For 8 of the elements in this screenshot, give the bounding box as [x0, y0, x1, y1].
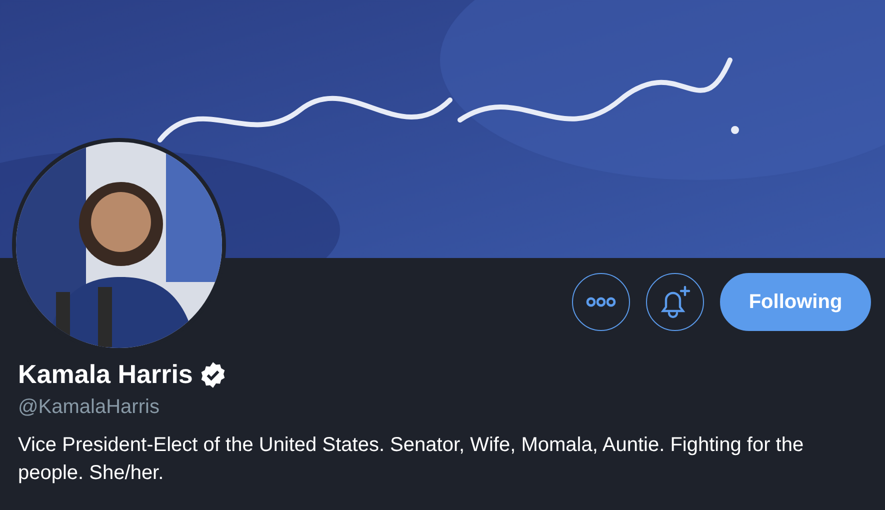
profile-name: Kamala Harris — [18, 359, 193, 390]
bell-plus-icon — [659, 285, 691, 319]
profile-bio: Vice President-Elect of the United States. Senator, Wife, Momala, Auntie. Fighting for the people. She/her. — [18, 433, 805, 486]
more-icon — [586, 297, 616, 307]
more-button[interactable] — [572, 273, 630, 331]
notify-button[interactable] — [646, 273, 704, 331]
following-button[interactable]: Following — [720, 273, 871, 331]
profile-handle: @KamalaHarris — [18, 396, 160, 419]
